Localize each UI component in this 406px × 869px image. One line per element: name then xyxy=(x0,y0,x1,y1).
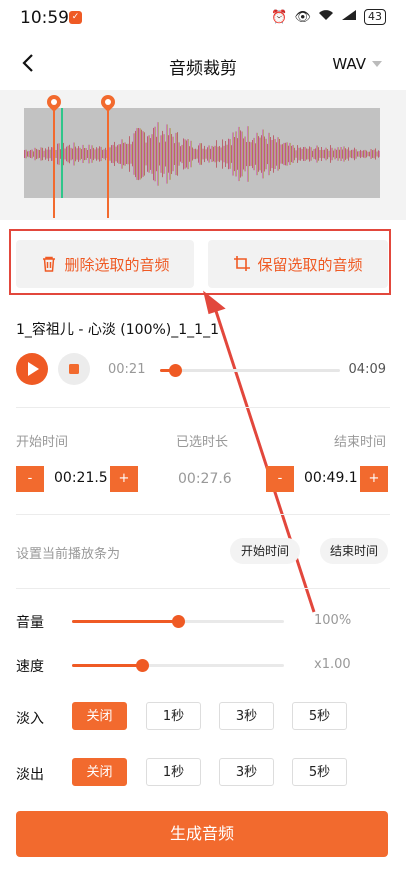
play-icon xyxy=(28,362,39,376)
set-playbar-label: 设置当前播放条为 xyxy=(16,547,121,562)
fade-out-option-1s[interactable]: 1秒 xyxy=(146,758,201,786)
volume-thumb[interactable] xyxy=(172,615,185,628)
volume-slider-fill xyxy=(72,620,178,623)
file-name: 1_容祖儿 - 心淡 (100%)_1_1_1 xyxy=(16,322,219,338)
start-time-label: 开始时间 xyxy=(16,435,69,450)
start-minus-button[interactable]: - xyxy=(16,466,44,492)
selected-duration-value: 00:27.6 xyxy=(178,471,232,487)
end-minus-button[interactable]: - xyxy=(266,466,294,492)
stop-button[interactable] xyxy=(58,353,90,385)
speed-slider[interactable] xyxy=(72,659,284,672)
total-time: 04:09 xyxy=(348,362,386,377)
fade-in-option-1s[interactable]: 1秒 xyxy=(146,702,201,730)
volume-value: 100% xyxy=(314,613,352,628)
set-start-time-button[interactable]: 开始时间 xyxy=(230,538,300,564)
playback-progress[interactable] xyxy=(160,364,340,377)
end-plus-button[interactable]: + xyxy=(360,466,388,492)
divider xyxy=(16,588,390,589)
divider xyxy=(16,514,390,515)
set-end-time-button[interactable]: 结束时间 xyxy=(320,538,388,564)
start-time-value: 00:21.5 xyxy=(54,470,108,486)
start-plus-button[interactable]: + xyxy=(110,466,138,492)
generate-audio-button[interactable]: 生成音频 xyxy=(16,811,388,857)
current-time: 00:21 xyxy=(108,362,146,377)
play-button[interactable] xyxy=(16,353,48,385)
volume-slider[interactable] xyxy=(72,615,284,628)
stop-icon xyxy=(69,364,79,374)
speed-label: 速度 xyxy=(16,659,44,675)
fade-out-option-3s[interactable]: 3秒 xyxy=(219,758,274,786)
fade-out-option-off[interactable]: 关闭 xyxy=(72,758,127,786)
fade-out-label: 淡出 xyxy=(16,767,44,783)
end-time-label: 结束时间 xyxy=(334,435,387,450)
fade-in-option-3s[interactable]: 3秒 xyxy=(219,702,274,730)
speed-value: x1.00 xyxy=(314,657,351,672)
speed-slider-fill xyxy=(72,664,142,667)
fade-in-option-5s[interactable]: 5秒 xyxy=(292,702,347,730)
volume-label: 音量 xyxy=(16,615,44,631)
speed-thumb[interactable] xyxy=(136,659,149,672)
fade-out-option-5s[interactable]: 5秒 xyxy=(292,758,347,786)
end-time-value: 00:49.1 xyxy=(304,470,358,486)
divider xyxy=(16,407,390,408)
fade-in-label: 淡入 xyxy=(16,711,44,727)
selected-duration-label: 已选时长 xyxy=(176,435,229,450)
fade-in-option-off[interactable]: 关闭 xyxy=(72,702,127,730)
playback-thumb[interactable] xyxy=(169,364,182,377)
